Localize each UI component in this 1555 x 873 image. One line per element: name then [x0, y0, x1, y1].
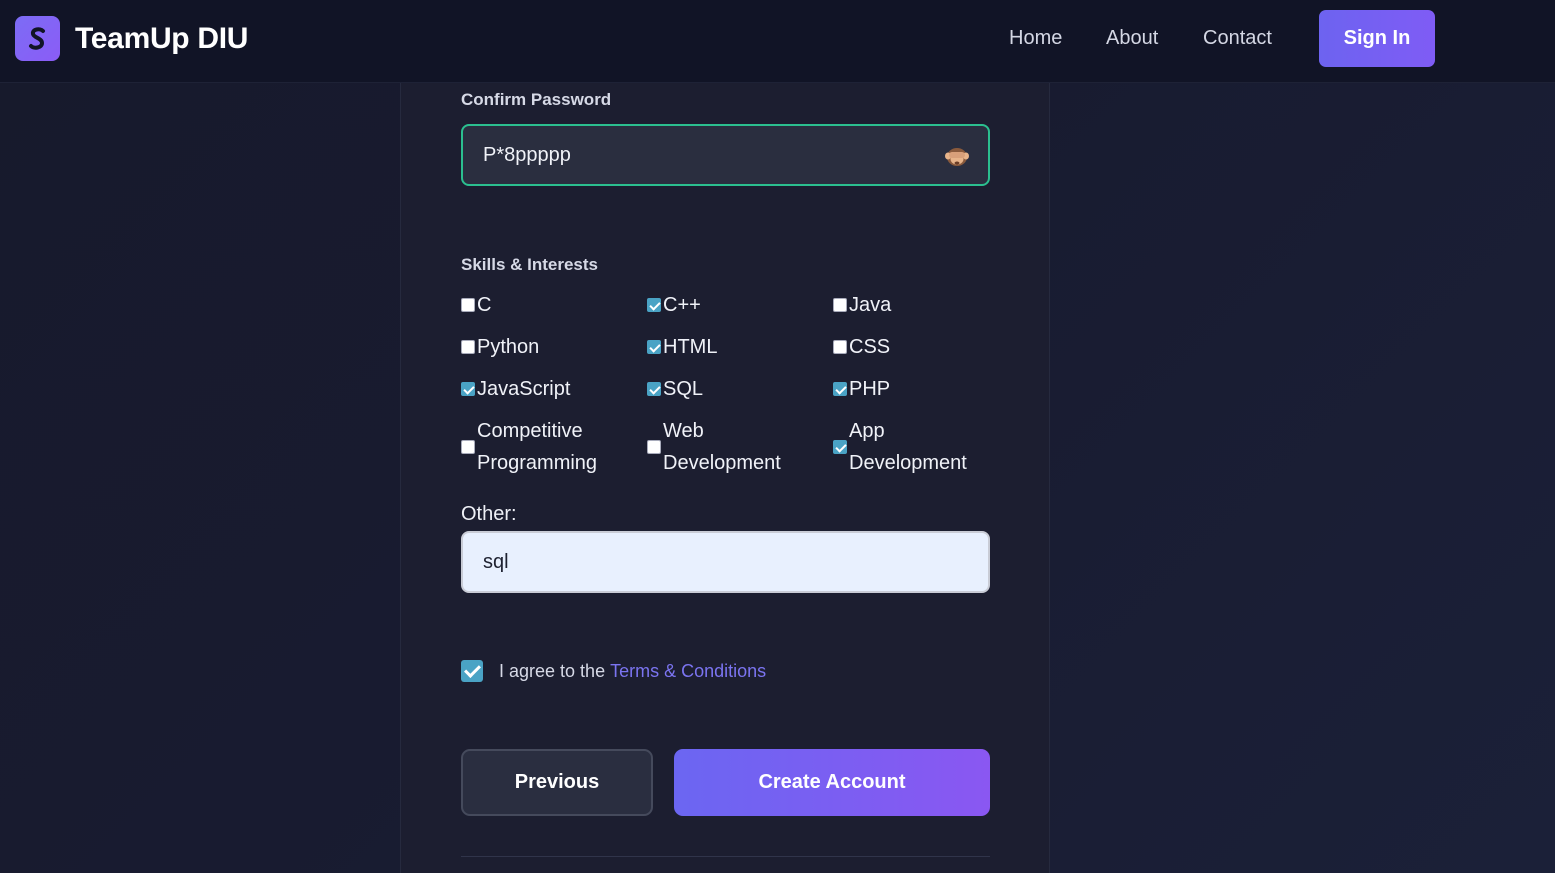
skill-checkbox[interactable] — [833, 340, 847, 354]
sign-in-button[interactable]: Sign In — [1319, 10, 1435, 67]
skill-item-cpp[interactable]: C++ — [647, 289, 701, 321]
skill-item-web-development[interactable]: Web Development — [647, 415, 807, 479]
skill-label: App Development — [849, 420, 967, 474]
divider — [461, 856, 990, 857]
confirm-password-input[interactable] — [463, 126, 988, 184]
skill-label: Python — [477, 336, 540, 358]
skill-checkbox[interactable] — [461, 382, 475, 396]
skill-label: Competitive Programming — [477, 420, 598, 474]
skill-item-competitive-programming[interactable]: Competitive Programming — [461, 415, 621, 479]
skill-item-html[interactable]: HTML — [647, 331, 717, 363]
skills-label: Skills & Interests — [461, 255, 599, 274]
confirm-password-field — [461, 124, 990, 186]
terms-checkbox[interactable] — [461, 660, 483, 682]
skill-label: C — [477, 294, 492, 316]
previous-button[interactable]: Previous — [461, 749, 653, 816]
skill-checkbox[interactable] — [461, 298, 475, 312]
skill-checkbox[interactable] — [461, 440, 475, 454]
brand-logo-icon[interactable] — [15, 16, 60, 61]
skill-checkbox[interactable] — [833, 440, 847, 454]
skill-checkbox[interactable] — [647, 340, 661, 354]
skill-label: HTML — [663, 336, 718, 358]
skill-checkbox[interactable] — [647, 440, 661, 454]
terms-link[interactable]: Terms & Conditions — [610, 661, 766, 682]
skill-item-php[interactable]: PHP — [833, 373, 890, 405]
terms-text: I agree to the — [499, 660, 606, 681]
nav-link-about[interactable]: About — [1106, 27, 1158, 50]
skill-label: PHP — [849, 378, 891, 400]
brand-name[interactable]: TeamUp DIU — [75, 22, 248, 56]
skill-item-java[interactable]: Java — [833, 289, 891, 321]
create-account-button[interactable]: Create Account — [674, 749, 990, 816]
see-no-evil-monkey-icon[interactable] — [944, 144, 970, 168]
confirm-password-label: Confirm Password — [461, 90, 612, 109]
other-label: Other: — [461, 503, 517, 525]
skill-item-python[interactable]: Python — [461, 331, 539, 363]
skill-label: Java — [849, 294, 892, 316]
skill-item-css[interactable]: CSS — [833, 331, 890, 363]
other-input[interactable] — [461, 531, 990, 593]
skill-checkbox[interactable] — [647, 382, 661, 396]
nav-link-home[interactable]: Home — [1009, 27, 1062, 50]
skill-checkbox[interactable] — [647, 298, 661, 312]
skill-label: Web Development — [663, 420, 781, 474]
skill-item-c[interactable]: C — [461, 289, 491, 321]
skill-item-sql[interactable]: SQL — [647, 373, 703, 405]
navbar: TeamUp DIU Home About Contact Sign In — [0, 0, 1555, 83]
skill-checkbox[interactable] — [461, 340, 475, 354]
signup-card: Confirm Password Skills & Interests C C+… — [400, 83, 1050, 873]
skill-label: SQL — [663, 378, 704, 400]
skill-checkbox[interactable] — [833, 298, 847, 312]
skill-item-javascript[interactable]: JavaScript — [461, 373, 570, 405]
skill-item-app-development[interactable]: App Development — [833, 415, 993, 479]
skill-label: C++ — [663, 294, 701, 316]
skill-label: CSS — [849, 336, 891, 358]
nav-link-contact[interactable]: Contact — [1203, 27, 1272, 50]
terms-agreement: I agree to the Terms & Conditions — [461, 660, 766, 682]
skill-label: JavaScript — [477, 378, 571, 400]
skill-checkbox[interactable] — [833, 382, 847, 396]
